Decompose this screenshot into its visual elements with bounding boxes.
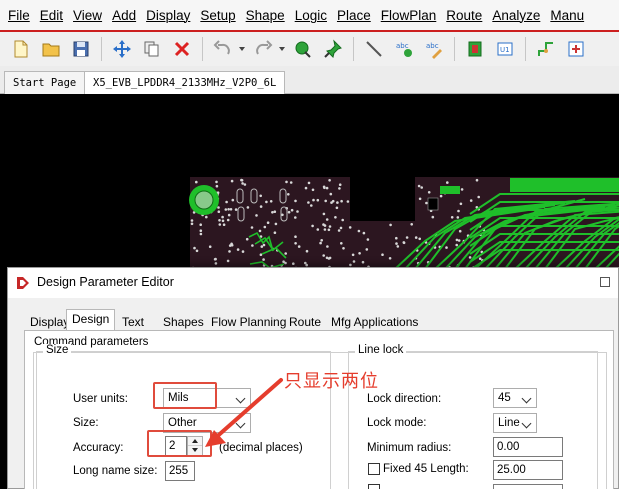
menu-place[interactable]: Place xyxy=(332,8,376,23)
partial-checkbox[interactable] xyxy=(368,484,380,489)
undo-dropdown[interactable] xyxy=(238,37,246,61)
chevron-down-icon xyxy=(522,393,534,403)
edit-text-icon[interactable]: abc xyxy=(422,37,446,61)
menu-manufacture[interactable]: Manu xyxy=(545,8,589,23)
long-name-size-input[interactable]: 255 xyxy=(165,461,195,481)
maximize-icon[interactable] xyxy=(600,277,610,287)
tab-design-file[interactable]: X5_EVB_LPDDR4_2133MHz_V2P0_6L xyxy=(84,71,286,94)
menu-view[interactable]: View xyxy=(68,8,107,23)
tab-route[interactable]: Route xyxy=(283,312,327,331)
menu-shape[interactable]: Shape xyxy=(241,8,290,23)
fixed-45-length-checkbox[interactable] xyxy=(368,463,380,475)
toolbar-separator xyxy=(525,37,526,61)
menu-bar: File Edit View Add Display Setup Shape L… xyxy=(0,0,619,30)
delete-icon[interactable] xyxy=(170,37,194,61)
fixed-45-length-label: Fixed 45 Length: xyxy=(383,463,469,475)
redo-icon[interactable] xyxy=(251,37,275,61)
open-folder-icon[interactable] xyxy=(39,37,63,61)
long-name-size-label: Long name size: xyxy=(73,465,158,477)
toolbar-separator xyxy=(101,37,102,61)
size-group-title: Size xyxy=(43,344,72,356)
fixed-45-length-input[interactable]: 25.00 xyxy=(493,460,563,480)
via-icon[interactable] xyxy=(534,37,558,61)
svg-text:U1: U1 xyxy=(500,46,510,54)
user-units-label: User units: xyxy=(73,393,128,405)
chevron-down-icon xyxy=(522,418,534,428)
lock-direction-value: 45 xyxy=(498,392,511,404)
accuracy-label: Accuracy: xyxy=(73,442,124,454)
accuracy-suffix: (decimal places) xyxy=(219,442,303,454)
chevron-down-icon xyxy=(236,393,248,403)
redo-dropdown[interactable] xyxy=(278,37,286,61)
accuracy-highlight xyxy=(147,430,212,457)
move-icon[interactable] xyxy=(110,37,134,61)
toolbar-separator xyxy=(202,37,203,61)
document-tab-bar: Start Page X5_EVB_LPDDR4_2133MHz_V2P0_6L xyxy=(0,66,619,94)
lock-mode-select[interactable]: Line xyxy=(493,413,537,433)
minimum-radius-input[interactable]: 0.00 xyxy=(493,437,563,457)
lock-mode-value: Line xyxy=(498,417,520,429)
minimum-radius-label: Minimum radius: xyxy=(367,442,452,454)
menu-flowplan[interactable]: FlowPlan xyxy=(376,8,442,23)
add-line-icon[interactable] xyxy=(362,37,386,61)
dialog-title: Design Parameter Editor xyxy=(37,275,174,289)
menu-logic[interactable]: Logic xyxy=(290,8,332,23)
menu-add[interactable]: Add xyxy=(107,8,141,23)
svg-text:abc: abc xyxy=(396,42,409,50)
new-file-icon[interactable] xyxy=(9,37,33,61)
add-text-icon[interactable]: abc xyxy=(392,37,416,61)
constraint-icon[interactable] xyxy=(564,37,588,61)
svg-text:abc: abc xyxy=(426,42,439,50)
undo-icon[interactable] xyxy=(211,37,235,61)
dialog-title-bar[interactable]: Design Parameter Editor xyxy=(8,268,618,298)
tab-flow-planning[interactable]: Flow Planning xyxy=(205,312,292,331)
cadence-logo-icon xyxy=(17,277,29,289)
tab-text[interactable]: Text xyxy=(116,312,150,331)
copy-icon[interactable] xyxy=(140,37,164,61)
symbol-icon[interactable]: U1 xyxy=(493,37,517,61)
lock-direction-label: Lock direction: xyxy=(367,393,442,405)
size-value: Other xyxy=(168,417,197,429)
toolbar-separator xyxy=(353,37,354,61)
user-units-highlight xyxy=(153,382,217,409)
tab-shapes[interactable]: Shapes xyxy=(157,312,210,331)
tab-mfg-applications[interactable]: Mfg Applications xyxy=(325,312,424,331)
component-icon[interactable] xyxy=(463,37,487,61)
pin-icon[interactable] xyxy=(321,37,345,61)
tab-design[interactable]: Design xyxy=(66,309,116,331)
size-label: Size: xyxy=(73,417,99,429)
menu-edit[interactable]: Edit xyxy=(35,8,68,23)
save-icon[interactable] xyxy=(69,37,93,61)
menu-analyze[interactable]: Analyze xyxy=(487,8,545,23)
menu-file[interactable]: File xyxy=(0,8,35,23)
lock-direction-select[interactable]: 45 xyxy=(493,388,537,408)
highlight-pin-icon[interactable] xyxy=(291,37,315,61)
tab-start-page[interactable]: Start Page xyxy=(4,71,86,94)
toolbar: abc abc U1 xyxy=(0,30,619,66)
menu-setup[interactable]: Setup xyxy=(195,8,240,23)
menu-route[interactable]: Route xyxy=(441,8,487,23)
lock-mode-label: Lock mode: xyxy=(367,417,427,429)
annotation-text: 只显示两位 xyxy=(284,371,379,392)
menu-display[interactable]: Display xyxy=(141,8,195,23)
partial-input[interactable] xyxy=(493,484,563,489)
chevron-down-icon xyxy=(236,418,248,428)
toolbar-separator xyxy=(454,37,455,61)
line-lock-group-title: Line lock xyxy=(355,344,407,356)
